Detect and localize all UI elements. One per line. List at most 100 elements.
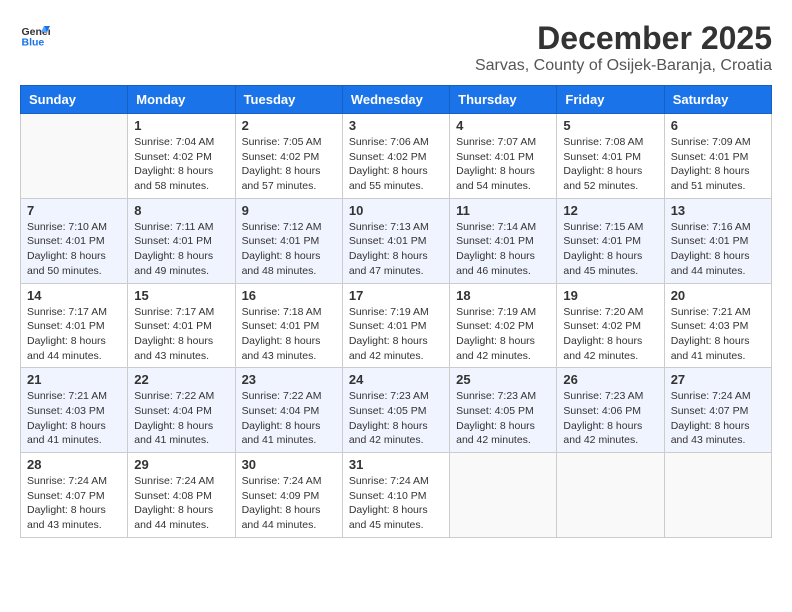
day-info: Sunrise: 7:19 AM Sunset: 4:01 PM Dayligh… bbox=[349, 305, 443, 364]
day-number: 14 bbox=[27, 288, 121, 303]
day-info: Sunrise: 7:11 AM Sunset: 4:01 PM Dayligh… bbox=[134, 220, 228, 279]
calendar-cell: 24 Sunrise: 7:23 AM Sunset: 4:05 PM Dayli… bbox=[342, 368, 449, 453]
calendar-cell: 20 Sunrise: 7:21 AM Sunset: 4:03 PM Dayli… bbox=[664, 283, 771, 368]
day-info: Sunrise: 7:09 AM Sunset: 4:01 PM Dayligh… bbox=[671, 135, 765, 194]
day-number: 28 bbox=[27, 457, 121, 472]
calendar-cell: 8Sunrise: 7:11 AM Sunset: 4:01 PM Daylig… bbox=[128, 198, 235, 283]
day-number: 3 bbox=[349, 118, 443, 133]
calendar-cell: 7 Sunrise: 7:10 AM Sunset: 4:01 PM Daylig… bbox=[21, 198, 128, 283]
day-info: Sunrise: 7:23 AM Sunset: 4:05 PM Dayligh… bbox=[456, 389, 550, 448]
calendar-header-row: SundayMondayTuesdayWednesdayThursdayFrid… bbox=[21, 86, 772, 114]
day-info: Sunrise: 7:10 AM Sunset: 4:01 PM Dayligh… bbox=[27, 220, 121, 279]
calendar-cell: 3 Sunrise: 7:06 AM Sunset: 4:02 PM Daylig… bbox=[342, 114, 449, 199]
calendar: SundayMondayTuesdayWednesdayThursdayFrid… bbox=[20, 85, 772, 538]
day-number: 10 bbox=[349, 203, 443, 218]
calendar-cell: 15 Sunrise: 7:17 AM Sunset: 4:01 PM Dayli… bbox=[128, 283, 235, 368]
day-number: 27 bbox=[671, 372, 765, 387]
day-number: 5 bbox=[563, 118, 657, 133]
day-number: 4 bbox=[456, 118, 550, 133]
day-info: Sunrise: 7:24 AM Sunset: 4:08 PM Dayligh… bbox=[134, 474, 228, 533]
calendar-cell: 14 Sunrise: 7:17 AM Sunset: 4:01 PM Dayli… bbox=[21, 283, 128, 368]
day-number: 24 bbox=[349, 372, 443, 387]
day-number: 11 bbox=[456, 203, 550, 218]
calendar-cell: 4 Sunrise: 7:07 AM Sunset: 4:01 PM Daylig… bbox=[450, 114, 557, 199]
day-number: 16 bbox=[242, 288, 336, 303]
day-number: 23 bbox=[242, 372, 336, 387]
day-info: Sunrise: 7:21 AM Sunset: 4:03 PM Dayligh… bbox=[671, 305, 765, 364]
day-number: 30 bbox=[242, 457, 336, 472]
day-number: 9 bbox=[242, 203, 336, 218]
location-title: Sarvas, County of Osijek-Baranja, Croati… bbox=[475, 57, 772, 75]
day-info: Sunrise: 7:18 AM Sunset: 4:01 PM Dayligh… bbox=[242, 305, 336, 364]
day-info: Sunrise: 7:12 AM Sunset: 4:01 PM Dayligh… bbox=[242, 220, 336, 279]
header-tuesday: Tuesday bbox=[235, 86, 342, 114]
header-sunday: Sunday bbox=[21, 86, 128, 114]
calendar-cell bbox=[664, 453, 771, 538]
day-number: 25 bbox=[456, 372, 550, 387]
day-info: Sunrise: 7:19 AM Sunset: 4:02 PM Dayligh… bbox=[456, 305, 550, 364]
day-number: 7 bbox=[27, 203, 121, 218]
header-thursday: Thursday bbox=[450, 86, 557, 114]
calendar-cell: 18 Sunrise: 7:19 AM Sunset: 4:02 PM Dayli… bbox=[450, 283, 557, 368]
day-info: Sunrise: 7:20 AM Sunset: 4:02 PM Dayligh… bbox=[563, 305, 657, 364]
calendar-cell: 26Sunrise: 7:23 AM Sunset: 4:06 PM Dayli… bbox=[557, 368, 664, 453]
day-number: 19 bbox=[563, 288, 657, 303]
day-number: 21 bbox=[27, 372, 121, 387]
calendar-cell: 25 Sunrise: 7:23 AM Sunset: 4:05 PM Dayli… bbox=[450, 368, 557, 453]
day-info: Sunrise: 7:04 AM Sunset: 4:02 PM Dayligh… bbox=[134, 135, 228, 194]
calendar-cell: 22 Sunrise: 7:22 AM Sunset: 4:04 PM Dayli… bbox=[128, 368, 235, 453]
calendar-row: 1 Sunrise: 7:04 AM Sunset: 4:02 PM Daylig… bbox=[21, 114, 772, 199]
day-info: Sunrise: 7:23 AM Sunset: 4:05 PM Dayligh… bbox=[349, 389, 443, 448]
day-info: Sunrise: 7:22 AM Sunset: 4:04 PM Dayligh… bbox=[242, 389, 336, 448]
day-number: 22 bbox=[134, 372, 228, 387]
calendar-row: 14 Sunrise: 7:17 AM Sunset: 4:01 PM Dayli… bbox=[21, 283, 772, 368]
day-info: Sunrise: 7:22 AM Sunset: 4:04 PM Dayligh… bbox=[134, 389, 228, 448]
day-info: Sunrise: 7:24 AM Sunset: 4:10 PM Dayligh… bbox=[349, 474, 443, 533]
calendar-cell: 29Sunrise: 7:24 AM Sunset: 4:08 PM Dayli… bbox=[128, 453, 235, 538]
day-info: Sunrise: 7:08 AM Sunset: 4:01 PM Dayligh… bbox=[563, 135, 657, 194]
calendar-row: 21 Sunrise: 7:21 AM Sunset: 4:03 PM Dayli… bbox=[21, 368, 772, 453]
calendar-cell: 5 Sunrise: 7:08 AM Sunset: 4:01 PM Daylig… bbox=[557, 114, 664, 199]
day-info: Sunrise: 7:07 AM Sunset: 4:01 PM Dayligh… bbox=[456, 135, 550, 194]
day-info: Sunrise: 7:14 AM Sunset: 4:01 PM Dayligh… bbox=[456, 220, 550, 279]
logo: General Blue bbox=[20, 20, 50, 50]
day-number: 13 bbox=[671, 203, 765, 218]
calendar-cell: 30Sunrise: 7:24 AM Sunset: 4:09 PM Dayli… bbox=[235, 453, 342, 538]
title-section: December 2025 Sarvas, County of Osijek-B… bbox=[475, 20, 772, 75]
day-number: 15 bbox=[134, 288, 228, 303]
page-header: General Blue December 2025 Sarvas, Count… bbox=[20, 20, 772, 75]
day-number: 2 bbox=[242, 118, 336, 133]
header-monday: Monday bbox=[128, 86, 235, 114]
day-info: Sunrise: 7:17 AM Sunset: 4:01 PM Dayligh… bbox=[134, 305, 228, 364]
calendar-cell: 11 Sunrise: 7:14 AM Sunset: 4:01 PM Dayli… bbox=[450, 198, 557, 283]
calendar-cell: 2 Sunrise: 7:05 AM Sunset: 4:02 PM Daylig… bbox=[235, 114, 342, 199]
calendar-cell: 27 Sunrise: 7:24 AM Sunset: 4:07 PM Dayli… bbox=[664, 368, 771, 453]
day-info: Sunrise: 7:24 AM Sunset: 4:07 PM Dayligh… bbox=[671, 389, 765, 448]
calendar-cell bbox=[21, 114, 128, 199]
calendar-cell: 9 Sunrise: 7:12 AM Sunset: 4:01 PM Daylig… bbox=[235, 198, 342, 283]
calendar-cell: 17 Sunrise: 7:19 AM Sunset: 4:01 PM Dayli… bbox=[342, 283, 449, 368]
day-number: 1 bbox=[134, 118, 228, 133]
calendar-cell bbox=[557, 453, 664, 538]
day-info: Sunrise: 7:17 AM Sunset: 4:01 PM Dayligh… bbox=[27, 305, 121, 364]
calendar-cell: 16 Sunrise: 7:18 AM Sunset: 4:01 PM Dayli… bbox=[235, 283, 342, 368]
calendar-cell: 12Sunrise: 7:15 AM Sunset: 4:01 PM Dayli… bbox=[557, 198, 664, 283]
day-info: Sunrise: 7:24 AM Sunset: 4:07 PM Dayligh… bbox=[27, 474, 121, 533]
day-info: Sunrise: 7:21 AM Sunset: 4:03 PM Dayligh… bbox=[27, 389, 121, 448]
calendar-cell bbox=[450, 453, 557, 538]
day-number: 18 bbox=[456, 288, 550, 303]
day-number: 17 bbox=[349, 288, 443, 303]
header-wednesday: Wednesday bbox=[342, 86, 449, 114]
calendar-cell: 13Sunrise: 7:16 AM Sunset: 4:01 PM Dayli… bbox=[664, 198, 771, 283]
day-info: Sunrise: 7:06 AM Sunset: 4:02 PM Dayligh… bbox=[349, 135, 443, 194]
calendar-cell: 10Sunrise: 7:13 AM Sunset: 4:01 PM Dayli… bbox=[342, 198, 449, 283]
day-info: Sunrise: 7:05 AM Sunset: 4:02 PM Dayligh… bbox=[242, 135, 336, 194]
day-number: 12 bbox=[563, 203, 657, 218]
day-number: 26 bbox=[563, 372, 657, 387]
day-number: 20 bbox=[671, 288, 765, 303]
calendar-cell: 21 Sunrise: 7:21 AM Sunset: 4:03 PM Dayli… bbox=[21, 368, 128, 453]
calendar-cell: 1 Sunrise: 7:04 AM Sunset: 4:02 PM Daylig… bbox=[128, 114, 235, 199]
logo-icon: General Blue bbox=[20, 20, 50, 50]
day-number: 6 bbox=[671, 118, 765, 133]
calendar-cell: 31Sunrise: 7:24 AM Sunset: 4:10 PM Dayli… bbox=[342, 453, 449, 538]
